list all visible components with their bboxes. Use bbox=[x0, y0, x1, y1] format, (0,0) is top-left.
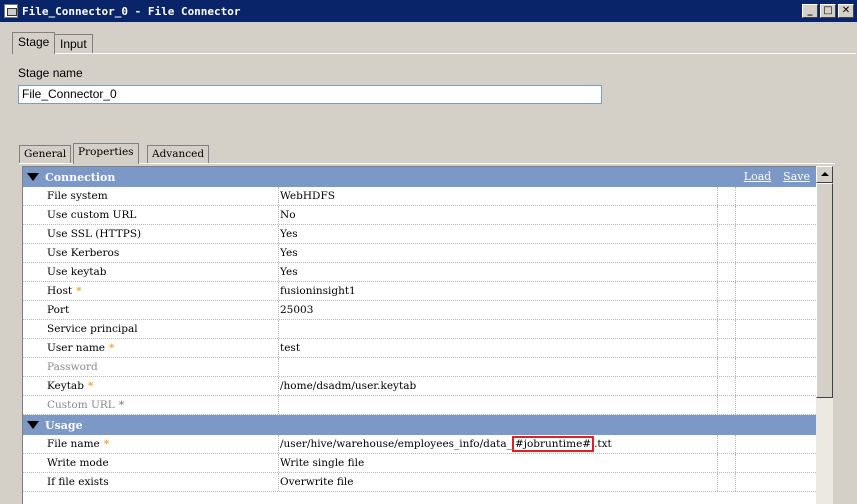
property-row[interactable]: Use custom URL No bbox=[23, 206, 816, 225]
property-row[interactable]: Keytab * /home/dsadm/user.keytab bbox=[23, 377, 816, 396]
property-row[interactable]: Service principal bbox=[23, 320, 816, 339]
title-bar: File_Connector_0 - File Connector _ □ ✕ bbox=[0, 0, 857, 22]
property-value[interactable]: Yes bbox=[279, 225, 718, 243]
property-name: Write mode bbox=[47, 457, 109, 469]
property-row[interactable]: Password bbox=[23, 358, 816, 377]
property-row[interactable]: File system WebHDFS bbox=[23, 187, 816, 206]
property-name: Use keytab bbox=[47, 266, 107, 278]
required-marker: * bbox=[109, 342, 115, 354]
save-link[interactable]: Save bbox=[783, 170, 810, 183]
property-name: Use SSL (HTTPS) bbox=[47, 228, 142, 240]
property-value[interactable]: No bbox=[279, 206, 718, 224]
required-marker: * bbox=[118, 399, 125, 411]
property-row[interactable]: Host * fusioninsight1 bbox=[23, 282, 816, 301]
required-marker: * bbox=[103, 438, 110, 450]
section-title: Connection bbox=[45, 170, 116, 184]
property-value[interactable] bbox=[279, 358, 718, 376]
scroll-up-icon[interactable] bbox=[816, 166, 833, 183]
property-value[interactable]: Write single file bbox=[279, 454, 718, 472]
tab-stage[interactable]: Stage bbox=[12, 32, 56, 54]
property-value[interactable]: test bbox=[279, 339, 718, 357]
property-value[interactable] bbox=[279, 320, 718, 338]
property-name: Custom URL bbox=[47, 399, 115, 411]
property-value[interactable]: /user/hive/warehouse/employees_info/data… bbox=[279, 435, 718, 453]
property-value[interactable]: /home/dsadm/user.keytab bbox=[279, 377, 718, 395]
required-marker: * bbox=[76, 285, 82, 297]
collapse-triangle-icon[interactable] bbox=[27, 421, 39, 429]
tab-panel-border bbox=[12, 53, 856, 54]
property-value[interactable]: Yes bbox=[279, 244, 718, 262]
property-value[interactable]: Overwrite file bbox=[279, 473, 718, 491]
subtab-panel-border bbox=[19, 163, 835, 164]
tab-input[interactable]: Input bbox=[54, 34, 93, 53]
load-link[interactable]: Load bbox=[744, 170, 772, 183]
property-row[interactable]: Custom URL * bbox=[23, 396, 816, 415]
property-value[interactable]: 25003 bbox=[279, 301, 718, 319]
property-row[interactable]: If file exists Overwrite file bbox=[23, 473, 816, 492]
property-name: Host bbox=[47, 285, 73, 297]
vertical-scrollbar[interactable] bbox=[816, 166, 833, 504]
section-usage[interactable]: Usage bbox=[23, 415, 816, 435]
property-row[interactable]: User name * test bbox=[23, 339, 816, 358]
property-name: File system bbox=[47, 190, 108, 202]
property-grid: Connection Load Save File system WebHDFS U… bbox=[22, 166, 816, 504]
window-title: File_Connector_0 - File Connector bbox=[22, 4, 241, 18]
close-button[interactable]: ✕ bbox=[838, 4, 854, 18]
property-value[interactable] bbox=[279, 396, 718, 414]
property-name: File name bbox=[47, 438, 100, 450]
highlight-box: #jobruntime# bbox=[511, 436, 595, 452]
property-name: User name bbox=[47, 342, 106, 354]
file-name-prefix: /user/hive/warehouse/employees_info/data… bbox=[280, 438, 512, 450]
scroll-thumb[interactable] bbox=[816, 183, 833, 398]
property-value[interactable]: fusioninsight1 bbox=[279, 282, 718, 300]
subtab-general[interactable]: General bbox=[19, 145, 72, 163]
maximize-button[interactable]: □ bbox=[820, 4, 836, 18]
property-row-file-name[interactable]: File name * /user/hive/warehouse/employee… bbox=[23, 435, 816, 454]
required-marker: * bbox=[87, 380, 94, 392]
property-row[interactable]: Use Kerberos Yes bbox=[23, 244, 816, 263]
property-value[interactable]: Yes bbox=[279, 263, 718, 281]
property-name: Use custom URL bbox=[47, 209, 137, 221]
stage-name-input[interactable]: File_Connector_0 bbox=[18, 85, 602, 104]
stage-name-label: Stage name bbox=[18, 66, 83, 80]
collapse-triangle-icon[interactable] bbox=[27, 173, 39, 181]
property-name: Password bbox=[47, 361, 98, 373]
property-name: If file exists bbox=[47, 476, 109, 488]
property-row[interactable]: Port 25003 bbox=[23, 301, 816, 320]
property-row[interactable]: Write mode Write single file bbox=[23, 454, 816, 473]
subtab-properties[interactable]: Properties bbox=[73, 143, 139, 164]
section-title: Usage bbox=[45, 418, 83, 432]
property-name: Port bbox=[47, 304, 70, 316]
property-row[interactable]: Use SSL (HTTPS) Yes bbox=[23, 225, 816, 244]
minimize-button[interactable]: _ bbox=[802, 4, 818, 18]
property-name: Service principal bbox=[47, 323, 138, 335]
property-name: Use Kerberos bbox=[47, 247, 120, 259]
file-name-suffix: .txt bbox=[594, 438, 612, 450]
property-row[interactable]: Use keytab Yes bbox=[23, 263, 816, 282]
section-connection[interactable]: Connection Load Save bbox=[23, 167, 816, 187]
property-name: Keytab bbox=[47, 380, 84, 392]
app-icon bbox=[4, 4, 18, 18]
property-value[interactable]: WebHDFS bbox=[279, 187, 718, 205]
subtab-advanced[interactable]: Advanced bbox=[147, 145, 210, 163]
